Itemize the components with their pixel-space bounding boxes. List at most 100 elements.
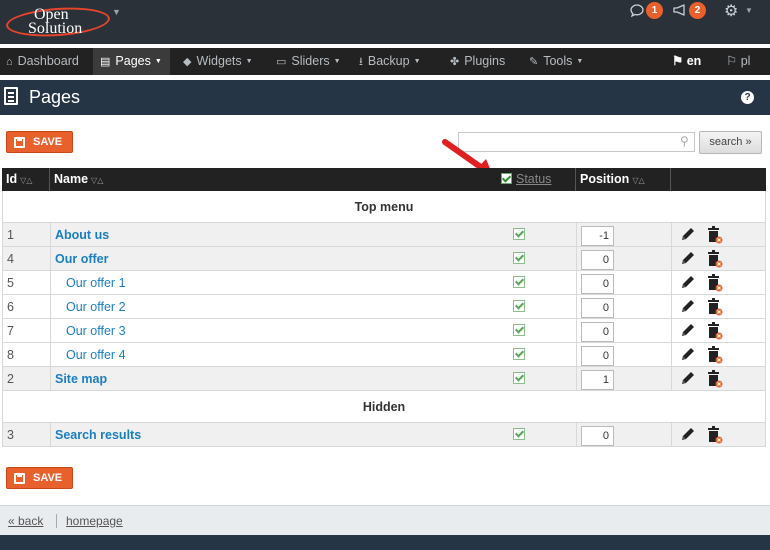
table-row: 7 Our offer 3 0 bbox=[2, 319, 766, 343]
table-row: 8 Our offer 4 0 bbox=[2, 343, 766, 367]
position-input[interactable]: 0 bbox=[581, 322, 614, 342]
position-input[interactable]: 0 bbox=[581, 250, 614, 270]
back-link[interactable]: « back bbox=[8, 514, 43, 528]
language-en[interactable]: ⚑ en bbox=[672, 48, 701, 75]
select-all-checkbox[interactable] bbox=[501, 173, 512, 184]
download-icon: ⭳ bbox=[359, 56, 363, 68]
nav-item-label: Widgets bbox=[196, 54, 242, 68]
language-pl[interactable]: ⚐ pl bbox=[726, 48, 750, 75]
status-header-link[interactable]: Status bbox=[516, 172, 551, 186]
language-label: pl bbox=[740, 54, 751, 68]
column-header-name[interactable]: Name ▽△ bbox=[50, 168, 103, 191]
page-name-link[interactable]: Search results bbox=[55, 423, 141, 447]
position-input[interactable]: 1 bbox=[581, 370, 614, 390]
flag-icon: ⚐ bbox=[726, 54, 738, 68]
app-logo[interactable]: Open Solution bbox=[5, 4, 111, 40]
save-button[interactable]: SAVE bbox=[6, 131, 73, 153]
trash-icon[interactable] bbox=[707, 226, 723, 244]
trash-icon[interactable] bbox=[707, 346, 723, 364]
page-name-link[interactable]: Our offer bbox=[55, 247, 108, 271]
trash-icon[interactable] bbox=[707, 250, 723, 268]
table-row: 1 About us -1 bbox=[2, 223, 766, 247]
homepage-link[interactable]: homepage bbox=[66, 514, 123, 528]
help-icon[interactable]: ? bbox=[741, 91, 754, 104]
pencil-icon[interactable] bbox=[679, 297, 695, 315]
chevron-down-icon: ▼ bbox=[245, 58, 253, 66]
page-name-link[interactable]: About us bbox=[55, 223, 109, 247]
nav-item-sliders[interactable]: ▭ Sliders ▼ bbox=[276, 48, 341, 75]
position-input[interactable]: -1 bbox=[581, 226, 614, 246]
pencil-icon[interactable] bbox=[679, 425, 695, 443]
pencil-icon[interactable] bbox=[679, 369, 695, 387]
nav-item-label: Sliders bbox=[291, 54, 330, 68]
trash-icon[interactable] bbox=[707, 426, 723, 444]
trash-icon[interactable] bbox=[707, 322, 723, 340]
trash-icon[interactable] bbox=[707, 274, 723, 292]
chevron-down-icon[interactable]: ▼ bbox=[112, 7, 121, 17]
search-button[interactable]: search » bbox=[699, 131, 762, 154]
page-header: Pages ? bbox=[0, 80, 770, 115]
status-checkbox[interactable] bbox=[513, 300, 525, 312]
column-header-status[interactable]: Status bbox=[497, 168, 551, 191]
nav-item-label: Plugins bbox=[464, 54, 506, 68]
nav-item-backup[interactable]: ⭳ Backup ▼ bbox=[359, 48, 421, 75]
page-name-link[interactable]: Our offer 2 bbox=[66, 295, 126, 319]
table-header: Id ▽△ Name ▽△ Status Position ▽△ bbox=[2, 168, 766, 191]
group-header-hidden: Hidden bbox=[2, 391, 766, 423]
status-checkbox[interactable] bbox=[513, 372, 525, 384]
row-id: 3 bbox=[7, 428, 14, 442]
status-checkbox[interactable] bbox=[513, 252, 525, 264]
chevron-down-icon: ▼ bbox=[413, 58, 421, 66]
page-name-link[interactable]: Our offer 4 bbox=[66, 343, 126, 367]
table-row: 2 Site map 1 bbox=[2, 367, 766, 391]
pencil-icon[interactable] bbox=[679, 249, 695, 267]
pencil-icon[interactable] bbox=[679, 321, 695, 339]
chevron-down-icon[interactable]: ▼ bbox=[745, 6, 753, 15]
nav-item-pages[interactable]: ▤ Pages ▼ bbox=[93, 48, 170, 75]
megaphone-icon[interactable] bbox=[672, 4, 686, 19]
position-input[interactable]: 0 bbox=[581, 426, 614, 446]
notifications-badge[interactable]: 1 bbox=[646, 2, 663, 19]
status-checkbox[interactable] bbox=[513, 348, 525, 360]
sort-icon: ▽△ bbox=[20, 176, 33, 185]
slider-icon: ▭ bbox=[276, 56, 287, 68]
save-button-bottom[interactable]: SAVE bbox=[6, 467, 73, 489]
trash-icon[interactable] bbox=[707, 298, 723, 316]
nav-item-plugins[interactable]: ✤ Plugins bbox=[450, 48, 505, 75]
pencil-icon[interactable] bbox=[679, 225, 695, 243]
status-checkbox[interactable] bbox=[513, 324, 525, 336]
column-header-id[interactable]: Id ▽△ bbox=[2, 168, 32, 191]
table-row: 6 Our offer 2 0 bbox=[2, 295, 766, 319]
main-navigation: ⌂ Dashboard ▤ Pages ▼ ◆ Widgets ▼ ▭ Sliders ▼ ⭳… bbox=[0, 48, 770, 75]
nav-item-label: Pages bbox=[115, 54, 151, 68]
footer: « back homepage bbox=[0, 505, 770, 535]
gear-icon[interactable]: ⚙ bbox=[724, 1, 738, 21]
column-header-position[interactable]: Position ▽△ bbox=[576, 168, 645, 191]
page-name-link[interactable]: Site map bbox=[55, 367, 107, 391]
page-name-link[interactable]: Our offer 1 bbox=[66, 271, 126, 295]
page-icon: ▤ bbox=[100, 56, 111, 68]
chevron-down-icon: ▼ bbox=[154, 58, 162, 66]
messages-badge[interactable]: 2 bbox=[689, 2, 706, 19]
status-checkbox[interactable] bbox=[513, 428, 525, 440]
position-input[interactable]: 0 bbox=[581, 298, 614, 318]
page-name-link[interactable]: Our offer 3 bbox=[66, 319, 126, 343]
save-button-label: SAVE bbox=[33, 472, 63, 484]
column-label: Id bbox=[6, 172, 18, 186]
nav-item-label: Backup bbox=[367, 54, 410, 68]
status-checkbox[interactable] bbox=[513, 228, 525, 240]
nav-item-tools[interactable]: ✎ Tools ▼ bbox=[529, 48, 583, 75]
nav-item-dashboard[interactable]: ⌂ Dashboard bbox=[6, 48, 79, 75]
pencil-icon[interactable] bbox=[679, 345, 695, 363]
floppy-disk-icon bbox=[14, 137, 25, 148]
search-icon: ⚲ bbox=[680, 134, 689, 148]
position-input[interactable]: 0 bbox=[581, 274, 614, 294]
position-input[interactable]: 0 bbox=[581, 346, 614, 366]
trash-icon[interactable] bbox=[707, 370, 723, 388]
status-checkbox[interactable] bbox=[513, 276, 525, 288]
flag-icon: ⚑ bbox=[672, 54, 684, 68]
comment-icon[interactable] bbox=[630, 4, 644, 19]
column-label: Position bbox=[580, 172, 630, 186]
nav-item-widgets[interactable]: ◆ Widgets ▼ bbox=[183, 48, 253, 75]
pencil-icon[interactable] bbox=[679, 273, 695, 291]
